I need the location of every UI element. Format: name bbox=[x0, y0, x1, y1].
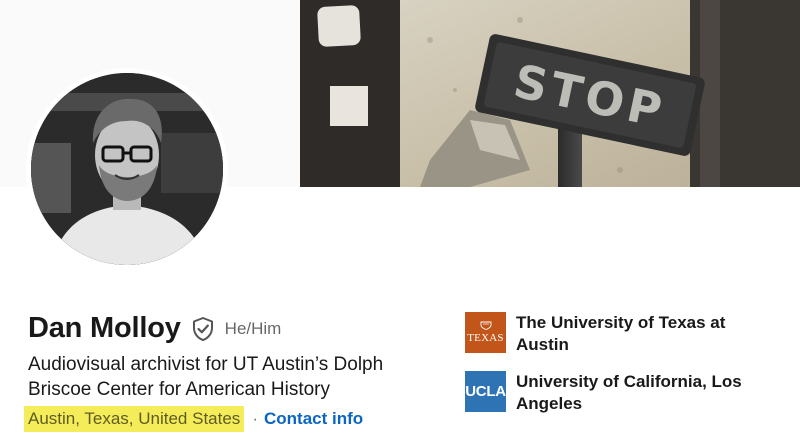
profile-headline: Audiovisual archivist for UT Austin’s Do… bbox=[28, 354, 384, 400]
shield-check-icon[interactable] bbox=[191, 316, 215, 342]
location-row: Austin, Texas, United States · Contact i… bbox=[24, 406, 363, 432]
ut-logo-text: TEXAS bbox=[467, 332, 504, 344]
education-item[interactable]: TEXAS The University of Texas at Austin bbox=[465, 312, 785, 356]
education-item[interactable]: UCLA University of California, Los Angel… bbox=[465, 371, 785, 415]
seal-icon bbox=[480, 321, 491, 330]
profile-location: Austin, Texas, United States bbox=[24, 406, 245, 432]
profile-avatar[interactable] bbox=[26, 68, 228, 270]
ut-austin-logo: TEXAS bbox=[465, 312, 506, 353]
education-name[interactable]: The University of Texas at Austin bbox=[516, 312, 746, 356]
avatar-photo bbox=[31, 73, 223, 265]
pronouns: He/Him bbox=[224, 318, 282, 338]
separator-dot: · bbox=[252, 409, 258, 428]
profile-name: Dan Molloy bbox=[28, 312, 181, 344]
education-name[interactable]: University of California, Los Angeles bbox=[516, 371, 746, 415]
ucla-logo-text: UCLA bbox=[465, 383, 506, 400]
ucla-logo: UCLA bbox=[465, 371, 506, 412]
contact-info-link[interactable]: Contact info bbox=[264, 409, 363, 429]
name-row: Dan Molloy He/Him bbox=[28, 312, 281, 345]
